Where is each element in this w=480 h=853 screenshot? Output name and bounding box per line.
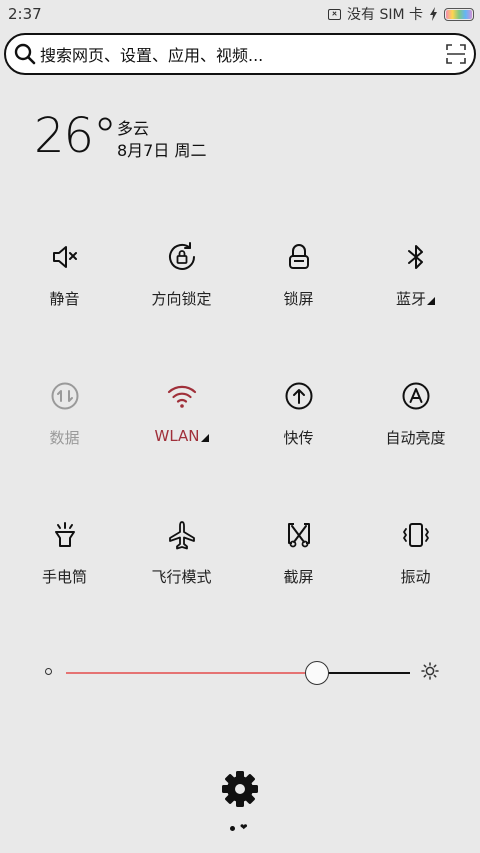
toggle-label-wrap: 蓝牙 — [396, 288, 435, 309]
toggle-label: 截屏 — [283, 568, 314, 586]
toggle-wlan[interactable]: WLAN — [123, 379, 240, 518]
battery-icon — [444, 7, 474, 21]
toggle-label: 手电筒 — [41, 568, 87, 586]
brightness-fill — [66, 672, 318, 674]
status-time: 2:37 — [8, 5, 42, 23]
scan-icon[interactable] — [446, 44, 466, 64]
auto-brightness-icon — [402, 382, 429, 410]
toggle-label: 锁屏 — [283, 290, 314, 308]
toggle-label: 快传 — [283, 429, 314, 447]
toggle-label: 静音 — [49, 290, 80, 308]
no-sim-icon — [328, 8, 341, 20]
toggle-rotation-lock[interactable]: 方向锁定 — [123, 240, 240, 379]
brightness-high-icon — [421, 662, 439, 680]
more-options-icon[interactable] — [200, 434, 209, 442]
more-options-icon[interactable] — [427, 297, 435, 305]
toggle-screenshot[interactable]: 截屏 — [240, 518, 357, 657]
toggle-label: WLAN — [154, 427, 200, 445]
screenshot-icon — [287, 523, 310, 548]
airplane-icon — [168, 521, 195, 550]
toggle-label-wrap: WLAN — [154, 427, 209, 445]
toggle-flashlight[interactable]: 手电筒 — [6, 518, 123, 657]
search-icon — [14, 43, 36, 65]
toggle-label: 自动亮度 — [385, 429, 446, 447]
sim-status-text: 没有 SIM 卡 — [347, 7, 423, 23]
flashlight-icon — [54, 522, 75, 547]
toggle-label: 方向锁定 — [151, 290, 212, 308]
toggle-row-2: 数据 WLAN 快传 自动亮度 — [6, 379, 474, 518]
wifi-icon — [167, 385, 196, 408]
search-placeholder[interactable]: 搜索网页、设置、应用、视频... — [40, 42, 446, 66]
toggle-label: 蓝牙 — [395, 290, 426, 308]
brightness-slider[interactable] — [40, 655, 440, 689]
charging-icon — [430, 7, 437, 21]
quick-transfer-icon — [285, 382, 312, 410]
brightness-track[interactable] — [66, 672, 410, 674]
toggle-label: 飞行模式 — [151, 568, 212, 586]
toggle-label: 振动 — [400, 568, 431, 586]
bluetooth-icon — [407, 245, 423, 269]
toggle-row-3: 手电筒 飞行模式 截屏 振动 — [6, 518, 474, 657]
weather-temperature: 26° — [34, 108, 117, 164]
weather-condition: 多云 — [117, 119, 150, 138]
toggle-vibrate[interactable]: 振动 — [357, 518, 474, 657]
mobile-data-icon — [51, 382, 78, 410]
page-heart-icon: ❤ — [240, 823, 248, 833]
rotation-lock-icon — [168, 242, 195, 270]
toggle-mute[interactable]: 静音 — [6, 240, 123, 379]
toggle-airplane-mode[interactable]: 飞行模式 — [123, 518, 240, 657]
brightness-low-icon — [45, 668, 52, 675]
mute-icon — [52, 246, 77, 268]
toggle-row-1: 静音 方向锁定 锁屏 蓝牙 — [6, 240, 474, 379]
status-bar: 2:37 没有 SIM 卡 — [0, 0, 480, 28]
toggle-label: 数据 — [49, 429, 80, 447]
toggle-quick-transfer[interactable]: 快传 — [240, 379, 357, 518]
toggle-bluetooth[interactable]: 蓝牙 — [357, 240, 474, 379]
weather-date: 8月7日 周二 — [117, 141, 207, 160]
lock-icon — [288, 244, 309, 269]
status-icons: 没有 SIM 卡 — [328, 4, 474, 24]
toggle-lock-screen[interactable]: 锁屏 — [240, 240, 357, 379]
settings-icon[interactable] — [221, 770, 259, 808]
brightness-handle[interactable] — [305, 661, 330, 685]
page-dot — [230, 826, 235, 831]
page-indicator: ❤ — [230, 824, 248, 833]
search-bar[interactable]: 搜索网页、设置、应用、视频... — [4, 33, 476, 75]
toggle-mobile-data[interactable]: 数据 — [6, 379, 123, 518]
toggle-auto-brightness[interactable]: 自动亮度 — [357, 379, 474, 518]
vibrate-icon — [402, 523, 429, 547]
